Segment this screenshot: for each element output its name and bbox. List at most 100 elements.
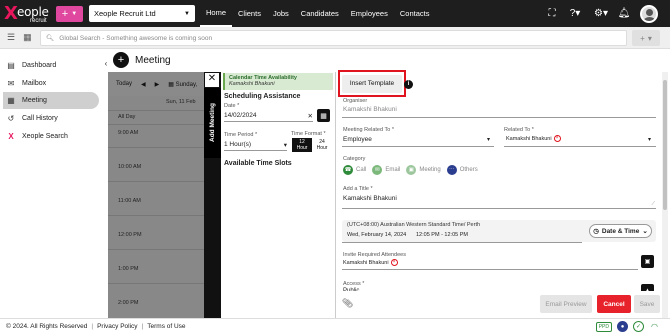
date-picker-button[interactable]: ▦	[317, 109, 330, 122]
terms-of-use-link[interactable]: Terms of Use	[147, 323, 185, 330]
chevron-down-icon: ▼	[184, 10, 190, 17]
ppd-badge[interactable]: PPD	[595, 321, 612, 332]
date-label: Date *	[224, 103, 240, 109]
nav-contacts[interactable]: Contacts	[394, 0, 436, 27]
status-icons: PPD ● ✓ ◠	[595, 321, 660, 332]
insert-template-button[interactable]: Insert Template	[342, 74, 402, 93]
title-input[interactable]: Kamakshi Bhakuni ⟋	[342, 194, 656, 209]
organiser-label: Organiser	[343, 98, 368, 104]
time-period-value: 1 Hour(s)	[224, 141, 252, 148]
gear-icon[interactable]: ⚙▾	[588, 8, 614, 19]
chevron-down-icon: ▼	[71, 11, 78, 17]
related-underline	[504, 146, 656, 147]
attachment-icon[interactable]: 📎︎	[342, 298, 353, 309]
avatar[interactable]	[640, 4, 658, 23]
today-button[interactable]: Today	[116, 81, 132, 87]
close-icon[interactable]: ✕	[205, 73, 219, 87]
date-time-button[interactable]: ◷ Date & Time ⌄	[589, 224, 652, 238]
calendar-divider	[108, 110, 214, 111]
date-field[interactable]: 14/02/2024 ✕	[224, 110, 313, 122]
calendar-view-label[interactable]: ▦ Sunday,	[168, 81, 197, 88]
add-dropdown-button[interactable]: + ▾	[632, 30, 660, 46]
phone-icon: ☎	[343, 165, 353, 175]
category-label: Category	[343, 156, 366, 162]
meeting-form: Insert Template i Organiser Kamakshi Bha…	[336, 70, 662, 318]
info-icon[interactable]: i	[404, 80, 413, 89]
nav-clients[interactable]: Clients	[232, 0, 267, 27]
category-email[interactable]: ✉ Email	[372, 165, 400, 175]
xeople-logo[interactable]: X eople recruit	[3, 1, 55, 26]
add-meeting-tab[interactable]: Add Meeting	[204, 88, 221, 158]
nav-candidates[interactable]: Candidates	[295, 0, 345, 27]
clock-icon: ◷	[593, 228, 599, 235]
mail-icon: ✉	[372, 165, 383, 175]
grid-view-icon[interactable]: ▦	[23, 32, 32, 43]
nav-home[interactable]: Home	[200, 0, 233, 27]
chevron-down-icon: ⌄	[642, 228, 648, 235]
help-icon[interactable]: ?▾	[562, 8, 588, 19]
time-period-select[interactable]: 1 Hour(s) ▾	[224, 139, 287, 151]
time-label: 9:00 AM	[118, 130, 139, 136]
save-button[interactable]: Save	[634, 295, 660, 313]
category-meeting[interactable]: ▣ Meeting	[406, 165, 441, 175]
prev-icon[interactable]: ◀	[141, 81, 146, 88]
chevron-down-icon[interactable]: ▾	[648, 136, 651, 143]
clear-icon[interactable]: ✕	[308, 112, 313, 120]
title-label: Add a Title *	[343, 186, 373, 192]
wifi-icon[interactable]: ◠	[649, 321, 660, 332]
category-others[interactable]: ⋯ Others	[446, 165, 478, 175]
resize-handle-icon[interactable]: ⟋	[651, 201, 655, 207]
calendar-divider	[108, 181, 214, 182]
add-meeting-button[interactable]: +	[113, 52, 129, 68]
sidebar-item-meeting[interactable]: ▦ Meeting	[3, 92, 99, 109]
quick-add-button[interactable]: + ▼	[56, 6, 83, 22]
availability-card[interactable]: Calendar Time Availability Kamakshi Bhak…	[223, 73, 333, 90]
sidebar-item-label: Xeople Search	[22, 133, 68, 140]
related-to-chip[interactable]: Kamakshi Bhakuni ×	[506, 135, 561, 142]
main-nav: Home Clients Jobs Candidates Employees C…	[200, 0, 435, 27]
list-view-icon[interactable]: ☰	[7, 32, 15, 43]
all-day-label: All Day	[118, 114, 136, 120]
copyright-text: © 2024. All Rights Reserved	[6, 323, 88, 330]
organisation-select[interactable]: Xeople Recruit Ltd ▼	[89, 5, 195, 22]
others-icon: ⋯	[446, 165, 457, 175]
category-call[interactable]: ☎ Call	[343, 165, 366, 175]
sidebar: ▤ Dashboard ✉ Mailbox ▦ Meeting ↺ Call H…	[0, 49, 104, 319]
insert-template-highlight: Insert Template	[338, 70, 406, 97]
time-format-label: Time Format *	[291, 131, 326, 137]
sidebar-item-mailbox[interactable]: ✉ Mailbox	[3, 75, 99, 92]
user-status-icon[interactable]: ●	[617, 321, 628, 332]
check-icon[interactable]: ✓	[633, 321, 644, 332]
calendar-divider	[108, 147, 214, 148]
nav-employees[interactable]: Employees	[345, 0, 394, 27]
contact-book-icon: ▣	[644, 259, 651, 265]
sidebar-item-dashboard[interactable]: ▤ Dashboard	[3, 57, 99, 74]
collapse-sidebar-button[interactable]: ‹	[101, 57, 111, 69]
meeting-related-to-value[interactable]: Employee	[343, 136, 372, 143]
format-24-unit: Hour	[316, 145, 328, 151]
category-label: Others	[459, 167, 478, 173]
organiser-underline	[342, 117, 656, 118]
add-attendee-button[interactable]: ▣	[641, 255, 654, 268]
sidebar-item-xeople-search[interactable]: X Xeople Search	[3, 128, 99, 145]
format-12-hour-toggle[interactable]: 12 Hour	[292, 138, 312, 152]
next-icon[interactable]: ▶	[155, 81, 160, 88]
time-text: 12:05 PM - 12:05 PM	[416, 232, 468, 238]
separator: |	[91, 323, 94, 330]
sidebar-item-label: Mailbox	[22, 80, 47, 87]
cancel-button[interactable]: Cancel	[597, 295, 631, 313]
sidebar-item-call-history[interactable]: ↺ Call History	[3, 110, 99, 127]
attendee-chip[interactable]: Kamakshi Bhakuni ×	[343, 259, 398, 266]
format-24-hour-toggle[interactable]: 24 Hour	[314, 138, 330, 152]
email-preview-button[interactable]: Email Preview	[540, 295, 592, 313]
bell-icon[interactable]: 🔔︎	[614, 8, 634, 19]
form-scroll-thumb[interactable]	[663, 80, 667, 210]
global-search-input[interactable]: 🔍︎ Global Search - Something awesome is …	[40, 30, 627, 46]
nav-jobs[interactable]: Jobs	[267, 0, 295, 27]
category-label: Call	[356, 167, 367, 173]
meeting-related-to-label: Meeting Related To *	[343, 127, 394, 133]
remove-icon[interactable]: ×	[390, 259, 398, 266]
remove-icon[interactable]: ×	[553, 135, 561, 142]
fullscreen-icon[interactable]: ⛶	[542, 8, 562, 19]
privacy-policy-link[interactable]: Privacy Policy	[97, 323, 137, 330]
